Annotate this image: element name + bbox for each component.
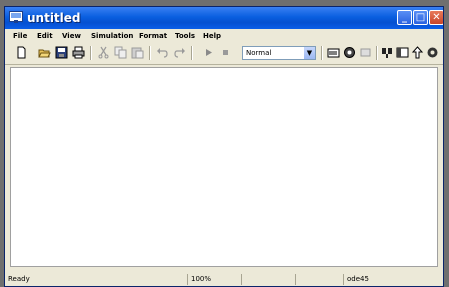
build-button[interactable]: [381, 46, 394, 59]
toolbar: Normal ▼: [5, 43, 443, 65]
status-bar: Ready 100% ode45: [5, 272, 443, 286]
new-model-button[interactable]: [15, 46, 28, 59]
model-explorer-icon: [344, 47, 355, 58]
cut-icon: [98, 46, 109, 59]
toolbar-separator: [149, 46, 151, 60]
build-icon: [382, 48, 392, 58]
save-icon: [55, 46, 68, 59]
minimize-button[interactable]: _: [397, 10, 412, 25]
maximize-icon: □: [415, 12, 426, 23]
maximize-button[interactable]: □: [413, 10, 428, 25]
menu-file[interactable]: File: [13, 32, 27, 41]
close-icon: ✕: [432, 12, 441, 23]
close-button[interactable]: ✕: [429, 10, 443, 25]
open-button[interactable]: [38, 46, 51, 59]
paste-button[interactable]: [131, 46, 144, 59]
toggle-model-browser-button[interactable]: [396, 46, 409, 59]
minimize-icon: _: [402, 12, 407, 23]
undo-icon: [157, 48, 168, 58]
cut-button[interactable]: [97, 46, 110, 59]
status-field-empty: [241, 274, 293, 285]
redo-button[interactable]: [173, 46, 186, 59]
start-simulation-icon: [206, 49, 212, 56]
window-title: untitled: [27, 11, 81, 25]
model-window: untitled _ □ ✕ File Edit View Simulation…: [4, 6, 444, 287]
simulation-mode-select[interactable]: Normal ▼: [242, 46, 316, 60]
simulink-app-icon: [9, 11, 23, 23]
toggle-model-browser-icon: [396, 47, 409, 58]
chevron-down-icon[interactable]: ▼: [304, 47, 315, 59]
settings-icon: [427, 47, 438, 58]
go-to-parent-button[interactable]: [411, 46, 424, 59]
copy-button[interactable]: [114, 46, 127, 59]
menu-format[interactable]: Format: [139, 32, 167, 41]
toolbar-separator: [191, 46, 193, 60]
save-button[interactable]: [55, 46, 68, 59]
toolbar-separator: [321, 46, 323, 60]
print-icon: [72, 46, 85, 59]
stop-simulation-button[interactable]: [219, 46, 232, 59]
debugger-button[interactable]: [359, 46, 372, 59]
solver-name: ode45: [343, 274, 435, 285]
library-browser-button[interactable]: [327, 46, 340, 59]
paste-icon: [131, 47, 144, 59]
status-text: Ready: [8, 275, 30, 283]
go-to-parent-icon: [411, 46, 424, 59]
title-bar[interactable]: untitled _ □ ✕: [5, 7, 443, 29]
library-browser-icon: [327, 48, 340, 58]
menu-help[interactable]: Help: [203, 32, 221, 41]
status-field-empty: [295, 274, 341, 285]
stop-simulation-icon: [223, 50, 228, 55]
model-explorer-button[interactable]: [343, 46, 356, 59]
menu-view[interactable]: View: [62, 32, 81, 41]
toolbar-separator: [90, 46, 92, 60]
start-simulation-button[interactable]: [202, 46, 215, 59]
print-button[interactable]: [72, 46, 85, 59]
debugger-icon: [360, 48, 371, 57]
toolbar-separator: [376, 46, 378, 60]
settings-button[interactable]: [426, 46, 439, 59]
menu-tools[interactable]: Tools: [175, 32, 195, 41]
open-icon: [38, 49, 51, 58]
simulation-mode-value: Normal: [246, 49, 272, 57]
menu-edit[interactable]: Edit: [37, 32, 53, 41]
redo-icon: [174, 48, 185, 58]
menu-bar: File Edit View Simulation Format Tools H…: [5, 29, 443, 43]
new-model-icon: [17, 46, 26, 59]
copy-icon: [114, 46, 127, 59]
zoom-level: 100%: [187, 274, 239, 285]
model-canvas[interactable]: [10, 67, 438, 267]
undo-button[interactable]: [156, 46, 169, 59]
menu-simulation[interactable]: Simulation: [91, 32, 133, 41]
